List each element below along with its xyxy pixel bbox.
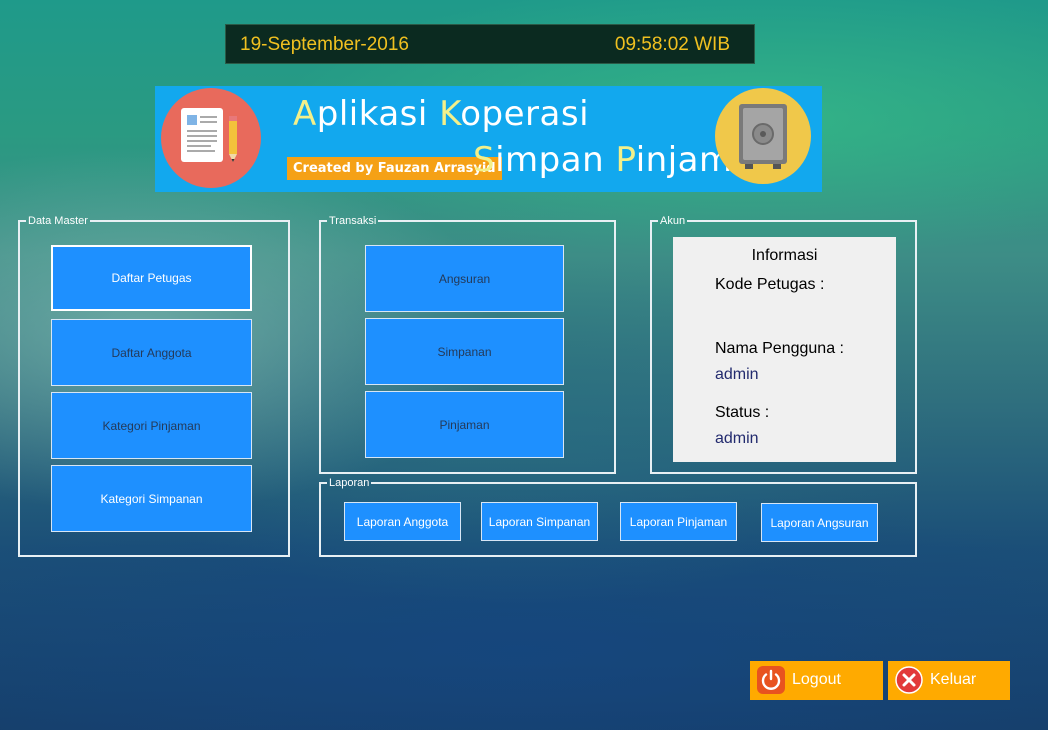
- banner-credit: Created by Fauzan Arrasyid: [287, 157, 502, 180]
- kode-petugas-label: Kode Petugas :: [715, 276, 825, 293]
- status-value: admin: [715, 430, 759, 447]
- daftar-petugas-button[interactable]: Daftar Petugas: [51, 245, 252, 311]
- laporan-pinjaman-button[interactable]: Laporan Pinjaman: [620, 502, 737, 541]
- status-label: Status :: [715, 404, 770, 421]
- daftar-anggota-button[interactable]: Daftar Anggota: [51, 319, 252, 386]
- nama-pengguna-label: Nama Pengguna :: [715, 340, 844, 357]
- pinjaman-button[interactable]: Pinjaman: [365, 391, 564, 458]
- logout-button[interactable]: Logout: [750, 661, 883, 700]
- banner-title-line2: Simpan Pinjam: [473, 140, 733, 180]
- power-icon: [757, 666, 785, 694]
- info-title: Informasi: [751, 247, 818, 264]
- simpanan-button[interactable]: Simpanan: [365, 318, 564, 385]
- current-date: 19-September-2016: [240, 34, 409, 55]
- logout-label: Logout: [792, 671, 841, 688]
- app-banner: Aplikasi Koperasi Created by Fauzan Arra…: [155, 86, 822, 192]
- laporan-anggota-button[interactable]: Laporan Anggota: [344, 502, 461, 541]
- close-icon: [895, 666, 923, 694]
- keluar-label: Keluar: [930, 671, 977, 688]
- data-master-legend: Data Master: [28, 215, 88, 227]
- laporan-angsuran-button[interactable]: Laporan Angsuran: [761, 503, 878, 542]
- laporan-legend: Laporan: [329, 477, 370, 489]
- datetime-bar: 19-September-2016 09:58:02 WIB: [225, 24, 755, 64]
- kategori-pinjaman-button[interactable]: Kategori Pinjaman: [51, 392, 252, 459]
- angsuran-button[interactable]: Angsuran: [365, 245, 564, 312]
- account-info-panel: Informasi Kode Petugas : Nama Pengguna :…: [673, 237, 896, 462]
- akun-legend: Akun: [660, 215, 686, 227]
- banner-title-line1: Aplikasi Koperasi: [293, 94, 590, 134]
- kategori-simpanan-button[interactable]: Kategori Simpanan: [51, 465, 252, 532]
- laporan-simpanan-button[interactable]: Laporan Simpanan: [481, 502, 598, 541]
- nama-pengguna-value: admin: [715, 366, 759, 383]
- safe-icon: [715, 88, 811, 184]
- current-time: 09:58:02 WIB: [614, 34, 730, 55]
- keluar-button[interactable]: Keluar: [888, 661, 1010, 700]
- transaksi-legend: Transaksi: [329, 215, 377, 227]
- document-pencil-icon: [161, 88, 261, 188]
